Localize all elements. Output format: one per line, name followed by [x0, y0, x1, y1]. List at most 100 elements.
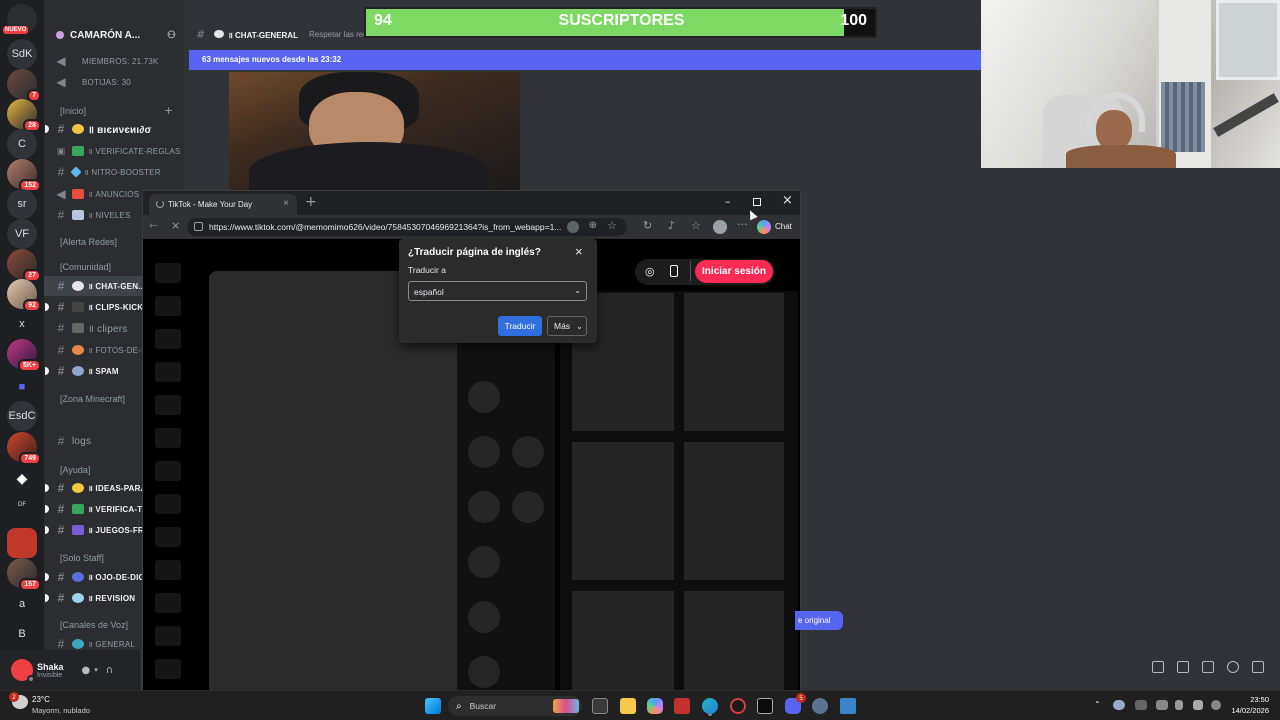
avatar[interactable]: [11, 659, 35, 683]
plus-icon[interactable]: +: [164, 104, 173, 117]
server-df[interactable]: DF: [7, 490, 37, 520]
file-explorer-icon[interactable]: [620, 698, 636, 714]
channel-nitro-booster[interactable]: # ॥ nitro-booster: [44, 162, 184, 182]
refresh-icon[interactable]: ↻: [643, 219, 652, 232]
app-icon-red[interactable]: [674, 698, 690, 714]
minimize-icon[interactable]: –: [725, 195, 731, 208]
microphone-tray-icon[interactable]: [1175, 700, 1183, 710]
server-b[interactable]: B: [7, 619, 37, 649]
related-video-thumb[interactable]: [572, 442, 674, 580]
server-vf[interactable]: VF: [7, 219, 37, 249]
favorites-icon[interactable]: ☆: [691, 219, 701, 232]
emoji-icon[interactable]: [1227, 661, 1239, 673]
channel-verificate-reglas[interactable]: ▣ ॥ verificate-reglas: [44, 141, 184, 161]
server-icon-12[interactable]: 5K+: [7, 339, 41, 372]
more-options-button[interactable]: Más ⌄: [547, 316, 587, 336]
category-solo-staff[interactable]: [Solo Staff]: [60, 553, 104, 563]
server-esdc[interactable]: EsdC: [7, 401, 37, 431]
close-window-icon[interactable]: ×: [782, 193, 793, 208]
gif-icon[interactable]: [1177, 661, 1189, 673]
weather-icon[interactable]: 2: [9, 692, 28, 709]
diamond-icon[interactable]: ◆: [7, 463, 37, 493]
server-icon-6[interactable]: 152: [7, 159, 41, 192]
star-icon[interactable]: ☆: [607, 219, 617, 232]
server-icon-10[interactable]: 92: [7, 279, 41, 312]
channel-bienvenido[interactable]: # ॥ вιєиνєиι∂σ: [44, 119, 184, 139]
phone-icon[interactable]: [670, 265, 678, 277]
task-view-icon[interactable]: [592, 698, 608, 714]
server-sr[interactable]: sr: [7, 189, 37, 219]
channel-topic[interactable]: Respetar las reglas: [309, 30, 364, 39]
server-icon-3[interactable]: 7: [7, 69, 41, 102]
translate-button[interactable]: Traducir: [498, 316, 542, 336]
sticker-icon[interactable]: [1202, 661, 1214, 673]
notepad-icon[interactable]: [840, 698, 856, 714]
chat-label[interactable]: Chat: [775, 222, 792, 231]
discord-icon[interactable]: 5: [785, 693, 806, 714]
related-video-thumb[interactable]: [684, 293, 784, 431]
chevron-up-icon[interactable]: ⌃: [1094, 700, 1101, 709]
server-a[interactable]: a: [7, 589, 37, 619]
server-icon-18[interactable]: [7, 528, 37, 558]
address-bar[interactable]: https://www.tiktok.com/@memomimo626/vide…: [187, 218, 627, 236]
original-chip[interactable]: e original: [795, 611, 843, 630]
stop-icon[interactable]: ×: [171, 219, 180, 232]
server-icon-19[interactable]: 157: [7, 558, 41, 591]
tab-tiktok[interactable]: TikTok - Make Your Day ×: [149, 194, 297, 215]
settings-icon[interactable]: [812, 698, 828, 714]
category-alerta-redes[interactable]: [Alerta Redes]: [60, 237, 117, 247]
extensions-icon[interactable]: ♪: [668, 219, 675, 232]
server-sdk[interactable]: SdK: [7, 39, 37, 69]
new-tab-icon[interactable]: +: [305, 194, 317, 210]
language-select[interactable]: español ⌄: [408, 281, 587, 301]
back-icon[interactable]: ←: [149, 219, 158, 232]
wifi-icon[interactable]: [1156, 700, 1168, 710]
folder-icon[interactable]: ■: [7, 372, 37, 402]
microphone-icon[interactable]: ●: [82, 665, 91, 676]
onedrive-icon[interactable]: [1113, 700, 1125, 710]
start-icon[interactable]: [425, 698, 441, 714]
edge-icon[interactable]: [702, 698, 718, 714]
site-info-icon[interactable]: [194, 222, 203, 231]
app-icon-m[interactable]: [757, 698, 773, 714]
copilot-icon[interactable]: [757, 220, 771, 234]
login-button[interactable]: Iniciar sesión: [695, 260, 773, 283]
app-icon-circle[interactable]: [730, 698, 746, 714]
headphones-icon[interactable]: ∩: [106, 665, 113, 676]
server-icon-4[interactable]: 28: [7, 99, 41, 132]
close-tab-icon[interactable]: ×: [283, 198, 289, 209]
server-icon-15[interactable]: 749: [7, 432, 41, 465]
related-video-thumb[interactable]: [684, 591, 784, 691]
tray-icon[interactable]: [1135, 700, 1147, 710]
server-header[interactable]: CAMARÓN A... ⚇: [44, 22, 184, 48]
volume-icon[interactable]: [1193, 700, 1203, 710]
taskbar-search[interactable]: ⌕ Buscar: [448, 696, 582, 716]
server-x[interactable]: x: [7, 309, 37, 339]
apps-icon[interactable]: [1252, 661, 1264, 673]
copilot-app-icon[interactable]: [647, 698, 663, 714]
category-inicio[interactable]: [Inicio]: [60, 106, 86, 116]
category-canales-de-voz[interactable]: [Canales de Voz]: [60, 620, 128, 630]
clock-date[interactable]: 14/02/2026: [1224, 706, 1269, 715]
translate-icon[interactable]: [567, 221, 579, 233]
new-messages-banner[interactable]: 63 mensajes nuevos desde las 23:32: [189, 50, 982, 70]
gift-icon[interactable]: [1152, 661, 1164, 673]
network-icon[interactable]: [1211, 700, 1221, 710]
server-c[interactable]: C: [7, 129, 37, 159]
server-icon-9[interactable]: 27: [7, 249, 41, 282]
related-video-thumb[interactable]: [572, 591, 674, 691]
related-video-thumb[interactable]: [684, 442, 784, 580]
maximize-icon[interactable]: [753, 198, 761, 206]
close-icon[interactable]: ×: [575, 244, 583, 259]
zoom-icon[interactable]: ⊕: [589, 220, 597, 231]
home-button[interactable]: NUEVO: [3, 4, 37, 34]
compass-icon[interactable]: ◎: [645, 265, 655, 278]
clock-time[interactable]: 23:50: [1229, 695, 1269, 704]
more-icon[interactable]: ···: [737, 218, 748, 231]
category-comunidad[interactable]: [Comunidad]: [60, 262, 111, 272]
profile-icon[interactable]: [713, 220, 727, 234]
chevron-down-icon[interactable]: ▾: [94, 666, 98, 674]
category-ayuda[interactable]: [Ayuda]: [60, 465, 90, 475]
category-zona-minecraft[interactable]: [Zona Minecraft]: [60, 394, 125, 404]
add-member-icon[interactable]: ⚇: [167, 30, 176, 41]
